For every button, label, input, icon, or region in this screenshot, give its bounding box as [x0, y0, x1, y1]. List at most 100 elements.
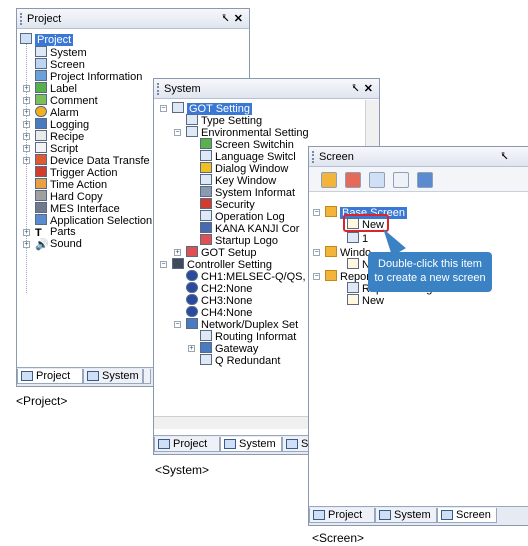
tab-project[interactable]: Project — [154, 437, 220, 452]
system-panel-title-bar[interactable]: System ⭶ ✕ — [154, 79, 379, 99]
tree-item-screen-switching[interactable]: Screen Switchin — [200, 138, 294, 151]
tab-system[interactable]: System — [220, 437, 282, 452]
screen-panel: Screen ⭶ − Base Screen New 1 − Windo Ne … — [308, 146, 528, 526]
tree-item-gateway[interactable]: Gateway — [200, 342, 258, 355]
collapse-icon[interactable]: − — [160, 105, 167, 112]
hard-copy-icon — [35, 190, 47, 201]
tree-item-mes-interface[interactable]: MES Interface — [35, 202, 120, 215]
tree-item-logging[interactable]: Logging — [35, 118, 89, 131]
tab-system[interactable]: System — [375, 508, 437, 523]
close-icon[interactable]: ✕ — [364, 79, 373, 99]
tree-item-recipe[interactable]: Recipe — [35, 130, 84, 143]
expand-icon[interactable]: + — [23, 109, 30, 116]
expand-icon[interactable]: + — [23, 133, 30, 140]
pin-icon[interactable]: ⭶ — [222, 9, 229, 29]
tree-item-screen[interactable]: Screen — [35, 58, 85, 71]
pin-icon[interactable]: ⭶ — [501, 147, 508, 167]
kana-kanji-icon — [200, 222, 212, 233]
collapse-icon[interactable]: − — [174, 129, 181, 136]
tree-item-type-setting[interactable]: Type Setting — [186, 114, 262, 127]
type-setting-icon — [186, 114, 198, 125]
tree-item-device-data-transfer[interactable]: Device Data Transfe — [35, 154, 150, 167]
expand-icon[interactable]: + — [23, 121, 30, 128]
tree-item-system[interactable]: System — [35, 46, 87, 59]
open-screen-icon[interactable] — [369, 172, 385, 188]
project-panel-title-bar[interactable]: Project ⭶ ✕ — [17, 9, 249, 29]
expand-icon[interactable]: + — [188, 345, 195, 352]
tree-item-window-screen[interactable]: Windo — [325, 246, 371, 259]
mes-interface-icon — [35, 202, 47, 213]
tree-item-comment[interactable]: Comment — [35, 94, 98, 107]
tree-item-operation-log[interactable]: Operation Log — [200, 210, 285, 223]
pin-icon[interactable]: ⭶ — [352, 79, 359, 99]
expand-icon[interactable]: + — [23, 97, 30, 104]
tree-item-got-setup[interactable]: GOT Setup — [186, 246, 256, 259]
application-selection-icon — [35, 214, 47, 225]
collapse-icon[interactable]: − — [313, 249, 320, 256]
expand-icon[interactable]: + — [23, 145, 30, 152]
tree-item-project[interactable]: Project — [20, 33, 74, 46]
tree-item-screen-1[interactable]: 1 — [347, 232, 368, 245]
tree-item-label[interactable]: Label — [35, 82, 77, 95]
tree-item-time-action[interactable]: Time Action — [35, 178, 107, 191]
expand-icon[interactable]: + — [23, 241, 30, 248]
controller-setting-icon — [172, 258, 184, 269]
tree-item-application-selection[interactable]: Application Selection — [35, 214, 152, 227]
tab-screen[interactable] — [143, 369, 151, 384]
tree-item-security[interactable]: Security — [200, 198, 255, 211]
delete-screen-icon[interactable] — [345, 172, 361, 188]
tree-item-new-report-screen[interactable]: New — [347, 294, 384, 307]
tree-item-trigger-action[interactable]: Trigger Action — [35, 166, 117, 179]
screen-page-icon — [347, 232, 359, 243]
collapse-icon[interactable]: − — [313, 209, 320, 216]
properties-icon[interactable] — [393, 172, 409, 188]
tree-item-script[interactable]: Script — [35, 142, 78, 155]
network-icon — [186, 318, 198, 329]
tree-item-startup-logo[interactable]: Startup Logo — [200, 234, 278, 247]
collapse-icon[interactable]: − — [313, 273, 320, 280]
tree-item-parts[interactable]: T Parts — [35, 226, 76, 239]
tree-item-routing-information[interactable]: Routing Informat — [200, 330, 296, 343]
alarm-icon — [35, 106, 47, 117]
tree-item-kana-kanji[interactable]: KANA KANJI Cor — [200, 222, 299, 235]
tree-item-report-screen[interactable]: Repor — [325, 270, 370, 283]
logging-icon — [35, 118, 47, 129]
expand-icon[interactable]: + — [23, 229, 30, 236]
tree-item-dialog-window[interactable]: Dialog Window — [200, 162, 288, 175]
tab-project[interactable]: Project — [17, 369, 83, 384]
q-redundant-icon — [200, 354, 212, 365]
tree-item-q-redundant[interactable]: Q Redundant — [200, 354, 280, 367]
system-caption: <System> — [155, 463, 210, 477]
tree-item-project-information[interactable]: Project Information — [35, 70, 142, 83]
tree-item-system-information[interactable]: System Informat — [200, 186, 295, 199]
tab-screen[interactable]: Screen — [437, 508, 497, 523]
tree-item-language-switching[interactable]: Language Switcl — [200, 150, 296, 163]
tree-item-sound[interactable]: 🔊Sound — [35, 238, 82, 251]
grip-icon[interactable] — [312, 151, 316, 163]
close-icon[interactable]: ✕ — [234, 9, 243, 29]
tab-system[interactable]: System — [83, 369, 143, 384]
tree-item-ch2[interactable]: CH2:None — [186, 282, 252, 295]
tree-item-network-duplex[interactable]: Network/Duplex Set — [186, 318, 298, 331]
collapse-icon[interactable]: − — [160, 261, 167, 268]
tab-project[interactable]: Project — [309, 508, 375, 523]
tree-item-hard-copy[interactable]: Hard Copy — [35, 190, 103, 203]
preview-icon[interactable] — [417, 172, 433, 188]
tree-item-ch4[interactable]: CH4:None — [186, 306, 252, 319]
tree-item-alarm[interactable]: Alarm — [35, 106, 79, 119]
tree-item-controller-setting[interactable]: Controller Setting — [172, 258, 272, 271]
tree-item-ch3[interactable]: CH3:None — [186, 294, 252, 307]
grip-icon[interactable] — [20, 13, 24, 25]
tree-item-environmental-setting[interactable]: Environmental Setting — [186, 126, 309, 139]
expand-icon[interactable]: + — [174, 249, 181, 256]
tree-item-key-window[interactable]: Key Window — [200, 174, 276, 187]
screen-panel-title-bar[interactable]: Screen ⭶ — [309, 147, 528, 167]
tree-item-got-setting[interactable]: GOT Setting — [172, 102, 252, 115]
expand-icon[interactable]: + — [23, 85, 30, 92]
tree-item-ch1[interactable]: CH1:MELSEC-Q/QS, — [186, 270, 306, 283]
grip-icon[interactable] — [157, 83, 161, 95]
collapse-icon[interactable]: − — [174, 321, 181, 328]
expand-icon[interactable]: + — [23, 157, 30, 164]
new-screen-icon[interactable] — [321, 172, 337, 188]
folder-icon — [325, 246, 337, 257]
